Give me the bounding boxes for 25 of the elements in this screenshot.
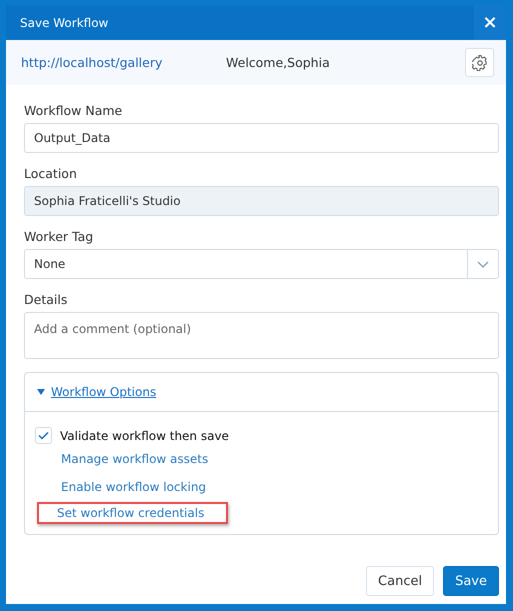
dropdown[interactable]: None bbox=[24, 249, 499, 279]
field-label: Worker Tag bbox=[24, 229, 94, 244]
option-link[interactable]: Manage workflow assets bbox=[54, 446, 216, 472]
location-field[interactable]: Sophia Fraticelli's Studio bbox=[24, 186, 499, 216]
workflow-options-link[interactable]: Workflow Options bbox=[51, 385, 156, 399]
highlighted-link[interactable]: Set workflow credentials bbox=[37, 502, 228, 524]
field-label: Workflow Name bbox=[24, 103, 124, 118]
window-title: Save Workflow bbox=[20, 16, 108, 30]
checkbox[interactable] bbox=[35, 427, 52, 444]
details-field[interactable]: Add a comment (optional) bbox=[24, 312, 499, 359]
checkmark-icon bbox=[38, 431, 49, 440]
cancel-button[interactable]: Cancel bbox=[366, 566, 434, 596]
save-button[interactable]: Save bbox=[443, 566, 499, 596]
checkbox-label: Validate workflow then save bbox=[60, 428, 229, 442]
gallery-link[interactable]: http://localhost/gallery bbox=[21, 55, 226, 70]
settings-button[interactable] bbox=[465, 48, 494, 77]
triangle-icon[interactable] bbox=[37, 388, 45, 396]
input-field[interactable]: Output_Data bbox=[24, 123, 499, 153]
welcome-text: Welcome,Sophia bbox=[226, 55, 331, 70]
option-link[interactable]: Enable workflow locking bbox=[54, 474, 214, 500]
settings-icon bbox=[472, 54, 488, 70]
close-button[interactable]: × bbox=[474, 5, 506, 40]
field-label: Location bbox=[24, 166, 78, 181]
chevron-down-icon bbox=[477, 260, 489, 268]
field-label: Details bbox=[24, 292, 68, 307]
